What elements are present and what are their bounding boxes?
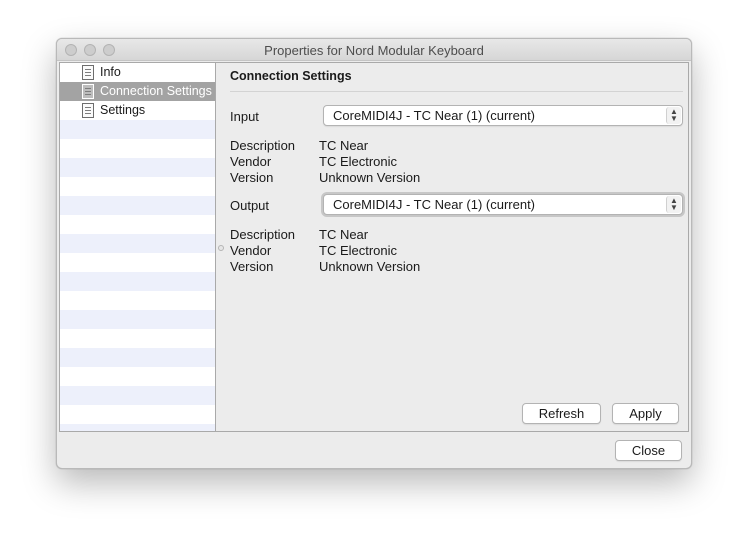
refresh-button[interactable]: Refresh	[522, 403, 601, 424]
sidebar-item-label: Settings	[100, 103, 146, 117]
title-bar[interactable]: Properties for Nord Modular Keyboard	[57, 39, 691, 61]
output-device-select[interactable]: CoreMIDI4J - TC Near (1) (current) ▲ ▼	[323, 194, 683, 215]
content-area: Info Connection Settings Settings Connec…	[59, 62, 689, 432]
output-description-label: Description	[230, 227, 296, 242]
document-icon	[82, 84, 94, 99]
output-version-value: Unknown Version	[319, 259, 421, 274]
input-vendor-label: Vendor	[230, 154, 272, 169]
document-icon	[82, 103, 94, 118]
sidebar-item-label: Connection Settings	[100, 84, 212, 98]
sidebar-item-label: Info	[100, 65, 121, 79]
input-description-label: Description	[230, 138, 296, 153]
divider	[230, 91, 683, 92]
input-vendor-value: TC Electronic	[319, 154, 398, 169]
apply-button[interactable]: Apply	[612, 403, 679, 424]
output-device-value: CoreMIDI4J - TC Near (1) (current)	[333, 197, 536, 212]
sidebar: Info Connection Settings Settings	[60, 63, 216, 431]
input-device-value: CoreMIDI4J - TC Near (1) (current)	[333, 108, 536, 123]
chevron-up-down-icon: ▲ ▼	[666, 107, 681, 124]
input-description-value: TC Near	[319, 138, 369, 153]
input-version-label: Version	[230, 170, 274, 185]
sidebar-item-connection-settings[interactable]: Connection Settings	[60, 82, 215, 101]
window-title: Properties for Nord Modular Keyboard	[264, 43, 484, 58]
document-icon	[82, 65, 94, 80]
output-label: Output	[230, 198, 270, 213]
chevron-up-down-icon: ▲ ▼	[666, 196, 681, 213]
properties-window: Properties for Nord Modular Keyboard Inf…	[56, 38, 692, 469]
output-version-label: Version	[230, 259, 274, 274]
output-vendor-value: TC Electronic	[319, 243, 398, 258]
connection-settings-panel: Connection Settings Input CoreMIDI4J - T…	[230, 63, 685, 431]
panel-title: Connection Settings	[230, 69, 352, 83]
output-vendor-label: Vendor	[230, 243, 272, 258]
sidebar-item-settings[interactable]: Settings	[60, 101, 215, 120]
close-button[interactable]: Close	[615, 440, 682, 461]
sidebar-item-info[interactable]: Info	[60, 63, 215, 82]
input-version-value: Unknown Version	[319, 170, 421, 185]
input-label: Input	[230, 109, 259, 124]
input-device-select[interactable]: CoreMIDI4J - TC Near (1) (current) ▲ ▼	[323, 105, 683, 126]
output-description-value: TC Near	[319, 227, 369, 242]
splitter-handle[interactable]	[218, 245, 224, 251]
